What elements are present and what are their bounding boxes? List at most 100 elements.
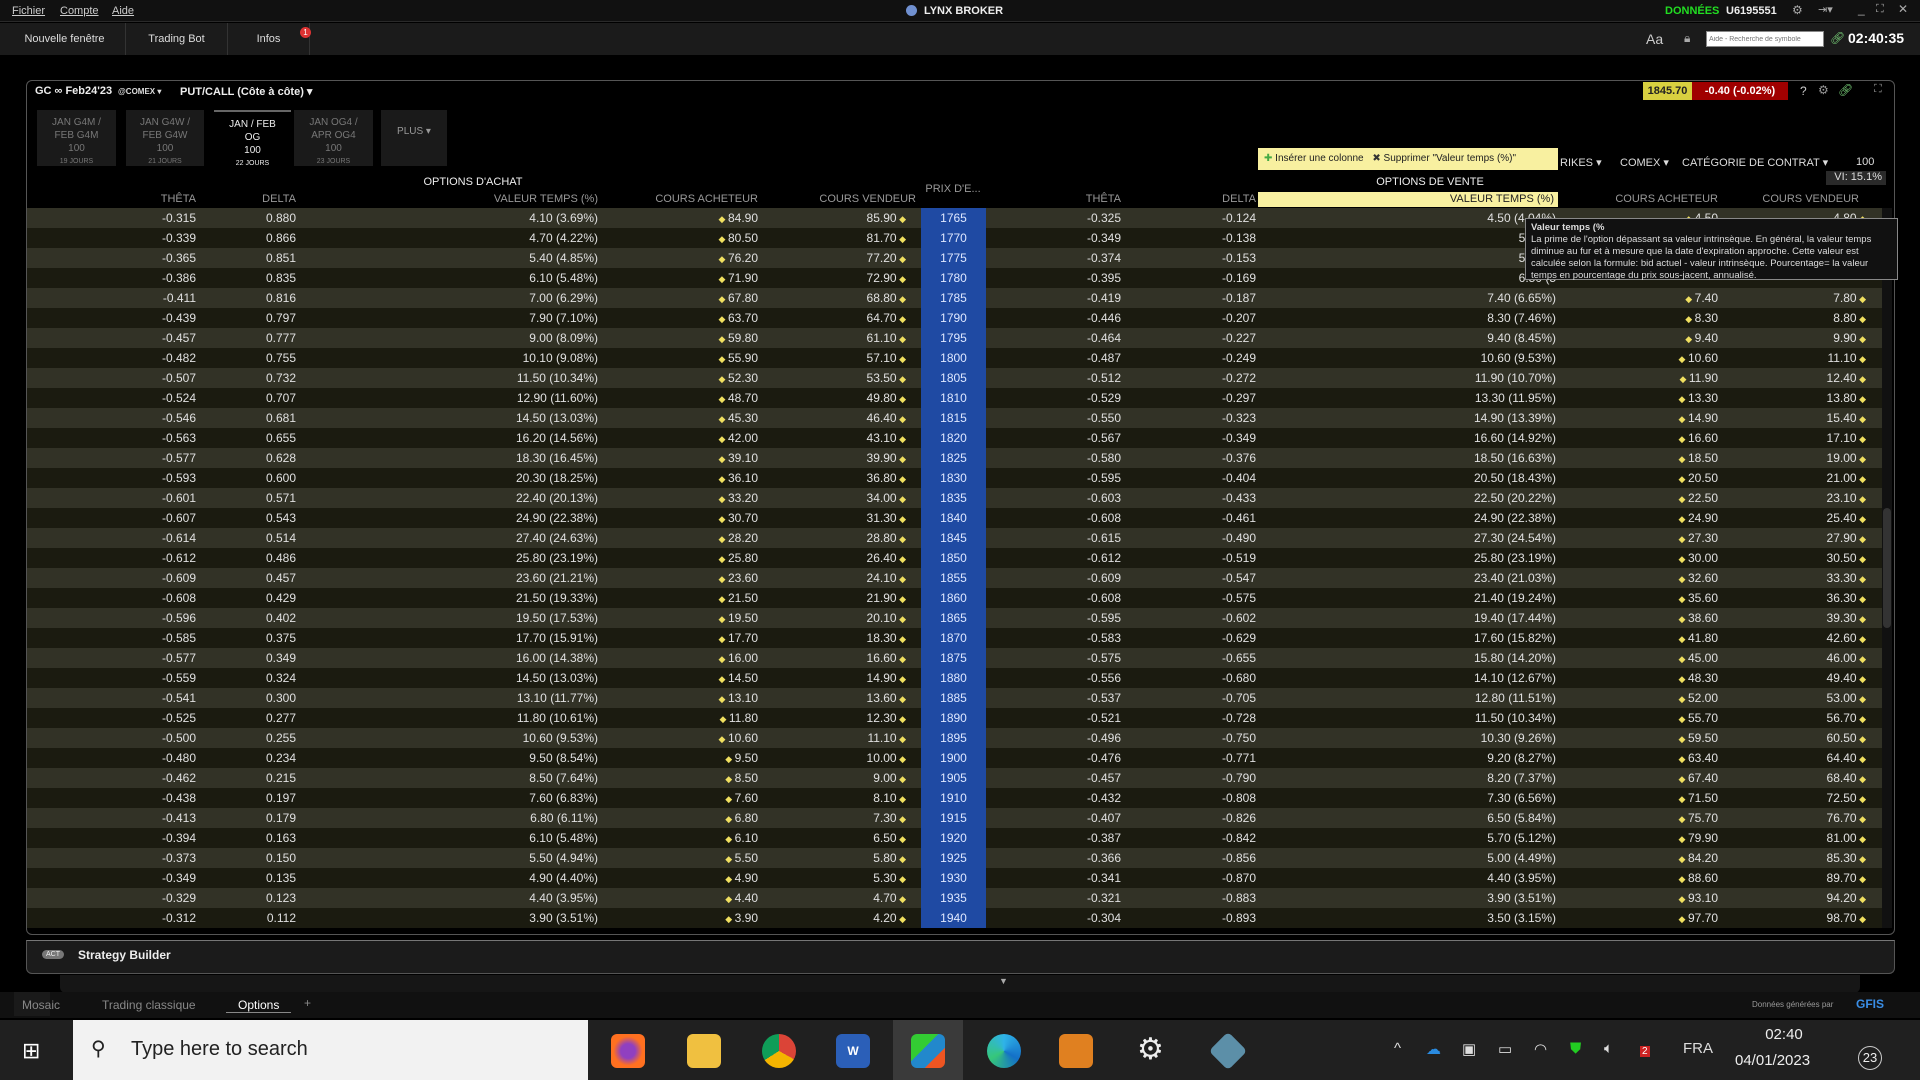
- call-ask[interactable]: 46.40 ◆: [867, 411, 906, 425]
- put-ask[interactable]: 17.10 ◆: [1827, 431, 1866, 445]
- put-column-header[interactable]: VALEUR TEMPS (%): [1258, 193, 1554, 205]
- maximize-icon[interactable]: ⛶: [1876, 3, 1884, 16]
- call-ask[interactable]: 12.30 ◆: [867, 711, 906, 725]
- pin-icon[interactable]: ⇥▾: [1818, 3, 1833, 16]
- table-row[interactable]: -0.608 0.429 21.50 (19.33%) ◆ 21.50 21.90 ◆ 1…: [27, 588, 1882, 608]
- call-ask[interactable]: 39.90 ◆: [867, 451, 906, 465]
- call-ask[interactable]: 34.00 ◆: [867, 491, 906, 505]
- table-row[interactable]: -0.373 0.150 5.50 (4.94%) ◆ 5.50 5.80 ◆ 1925 -…: [27, 848, 1882, 868]
- view-dropdown[interactable]: PUT/CALL (Côte à côte) ▾: [180, 85, 312, 98]
- call-ask[interactable]: 14.90 ◆: [867, 671, 906, 685]
- strategy-builder-bar[interactable]: [26, 940, 1895, 974]
- put-ask[interactable]: 25.40 ◆: [1827, 511, 1866, 525]
- strike-price[interactable]: 1940: [921, 908, 986, 928]
- exchange-filter-dropdown[interactable]: COMEX ▾: [1620, 156, 1669, 169]
- panel-gear-icon[interactable]: ⚙: [1818, 83, 1829, 97]
- media-player-icon[interactable]: [1059, 1034, 1093, 1068]
- call-bid[interactable]: ◆ 39.10: [719, 451, 758, 465]
- table-row[interactable]: -0.394 0.163 6.10 (5.48%) ◆ 6.10 6.50 ◆ 1920 -…: [27, 828, 1882, 848]
- menu-compte[interactable]: Compte: [60, 5, 99, 17]
- call-bid[interactable]: ◆ 30.70: [719, 511, 758, 525]
- tab-mosaic[interactable]: Mosaic: [22, 998, 60, 1012]
- taskbar-date[interactable]: 04/01/2023: [1735, 1052, 1810, 1069]
- call-bid[interactable]: ◆ 13.10: [719, 691, 758, 705]
- put-ask[interactable]: 23.10 ◆: [1827, 491, 1866, 505]
- table-row[interactable]: -0.329 0.123 4.40 (3.95%) ◆ 4.40 4.70 ◆ 1935 -…: [27, 888, 1882, 908]
- put-ask[interactable]: 27.90 ◆: [1827, 531, 1866, 545]
- help-button[interactable]: ?: [1800, 84, 1807, 98]
- menu-fichier[interactable]: Fichier: [12, 5, 45, 17]
- put-bid[interactable]: ◆ 10.60: [1679, 351, 1718, 365]
- word-icon[interactable]: W: [836, 1034, 870, 1068]
- strike-price[interactable]: 1830: [921, 468, 986, 488]
- put-bid[interactable]: ◆ 16.60: [1679, 431, 1718, 445]
- expiry-tab[interactable]: JAN / FEB OG 100 22 JOURS: [214, 110, 291, 167]
- call-bid[interactable]: ◆ 71.90: [719, 271, 758, 285]
- wifi-icon[interactable]: ◠: [1534, 1040, 1547, 1058]
- call-bid[interactable]: ◆ 25.80: [719, 551, 758, 565]
- table-row[interactable]: -0.462 0.215 8.50 (7.64%) ◆ 8.50 9.00 ◆ 1905 -…: [27, 768, 1882, 788]
- chrome-icon[interactable]: [762, 1034, 796, 1068]
- call-bid[interactable]: ◆ 11.80: [719, 711, 758, 725]
- onedrive-icon[interactable]: ☁: [1426, 1040, 1441, 1058]
- new-window-button[interactable]: Nouvelle fenêtre: [4, 23, 126, 55]
- strike-price[interactable]: 1925: [921, 848, 986, 868]
- put-ask[interactable]: 19.00 ◆: [1827, 451, 1866, 465]
- put-bid[interactable]: ◆ 11.90: [1679, 371, 1718, 385]
- call-ask[interactable]: 64.70 ◆: [867, 311, 906, 325]
- call-ask[interactable]: 13.60 ◆: [867, 691, 906, 705]
- put-bid[interactable]: ◆ 35.60: [1679, 591, 1718, 605]
- call-ask[interactable]: 28.80 ◆: [867, 531, 906, 545]
- strike-price[interactable]: 1870: [921, 628, 986, 648]
- table-row[interactable]: -0.601 0.571 22.40 (20.13%) ◆ 33.20 34.00 ◆ 1…: [27, 488, 1882, 508]
- put-column-header[interactable]: COURS VENDEUR: [1720, 193, 1859, 205]
- put-ask[interactable]: 56.70 ◆: [1827, 711, 1866, 725]
- table-row[interactable]: -0.507 0.732 11.50 (10.34%) ◆ 52.30 53.50 ◆ 1…: [27, 368, 1882, 388]
- call-ask[interactable]: 81.70 ◆: [867, 231, 906, 245]
- call-ask[interactable]: 24.10 ◆: [867, 571, 906, 585]
- table-row[interactable]: -0.411 0.816 7.00 (6.29%) ◆ 67.80 68.80 ◆ 178…: [27, 288, 1882, 308]
- table-row[interactable]: -0.609 0.457 23.60 (21.21%) ◆ 23.60 24.10 ◆ 1…: [27, 568, 1882, 588]
- tray-app-icon[interactable]: ▣: [1462, 1040, 1476, 1058]
- exchange-dropdown[interactable]: @COMEX ▾: [118, 87, 161, 96]
- language-indicator[interactable]: FRA: [1683, 1040, 1713, 1057]
- call-column-header[interactable]: DELTA: [200, 193, 296, 205]
- call-ask[interactable]: 10.00 ◆: [867, 751, 906, 765]
- put-ask[interactable]: 9.90 ◆: [1833, 331, 1866, 345]
- table-row[interactable]: -0.593 0.600 20.30 (18.25%) ◆ 36.10 36.80 ◆ 1…: [27, 468, 1882, 488]
- call-bid[interactable]: ◆ 36.10: [719, 471, 758, 485]
- put-bid[interactable]: ◆ 13.30: [1679, 391, 1718, 405]
- table-row[interactable]: -0.413 0.179 6.80 (6.11%) ◆ 6.80 7.30 ◆ 1915 -…: [27, 808, 1882, 828]
- call-ask[interactable]: 72.90 ◆: [867, 271, 906, 285]
- strike-price[interactable]: 1840: [921, 508, 986, 528]
- call-ask[interactable]: 57.10 ◆: [867, 351, 906, 365]
- call-bid[interactable]: ◆ 76.20: [719, 251, 758, 265]
- call-ask[interactable]: 36.80 ◆: [867, 471, 906, 485]
- table-row[interactable]: -0.585 0.375 17.70 (15.91%) ◆ 17.70 18.30 ◆ 1…: [27, 628, 1882, 648]
- call-bid[interactable]: ◆ 6.10: [725, 831, 758, 845]
- infos-button[interactable]: Infos: [228, 23, 310, 55]
- put-bid[interactable]: ◆ 67.40: [1679, 771, 1718, 785]
- font-size-button[interactable]: Aa: [1646, 31, 1663, 47]
- table-row[interactable]: -0.524 0.707 12.90 (11.60%) ◆ 48.70 49.80 ◆ 1…: [27, 388, 1882, 408]
- link-icon[interactable]: 🔗︎: [1830, 31, 1845, 45]
- strike-price[interactable]: 1860: [921, 588, 986, 608]
- close-icon[interactable]: ✕: [1898, 2, 1908, 16]
- call-bid[interactable]: ◆ 28.20: [719, 531, 758, 545]
- battery-icon[interactable]: ▭: [1498, 1040, 1512, 1058]
- put-bid[interactable]: ◆ 75.70: [1679, 811, 1718, 825]
- strategy-builder-toggle[interactable]: ACT: [42, 950, 64, 959]
- put-ask[interactable]: 72.50 ◆: [1827, 791, 1866, 805]
- put-ask[interactable]: 15.40 ◆: [1827, 411, 1866, 425]
- strike-price[interactable]: 1885: [921, 688, 986, 708]
- trading-bot-button[interactable]: Trading Bot: [126, 23, 228, 55]
- scrollbar-thumb[interactable]: [1883, 508, 1891, 628]
- volume-icon[interactable]: 🔈︎: [1604, 1040, 1613, 1057]
- table-row[interactable]: -0.312 0.112 3.90 (3.51%) ◆ 3.90 4.20 ◆ 1940 -…: [27, 908, 1882, 928]
- firefox-icon[interactable]: [611, 1034, 645, 1068]
- call-ask[interactable]: 11.10 ◆: [867, 731, 906, 745]
- put-ask[interactable]: 7.80 ◆: [1833, 291, 1866, 305]
- call-bid[interactable]: ◆ 5.50: [725, 851, 758, 865]
- put-bid[interactable]: ◆ 24.90: [1679, 511, 1718, 525]
- strike-price[interactable]: 1855: [921, 568, 986, 588]
